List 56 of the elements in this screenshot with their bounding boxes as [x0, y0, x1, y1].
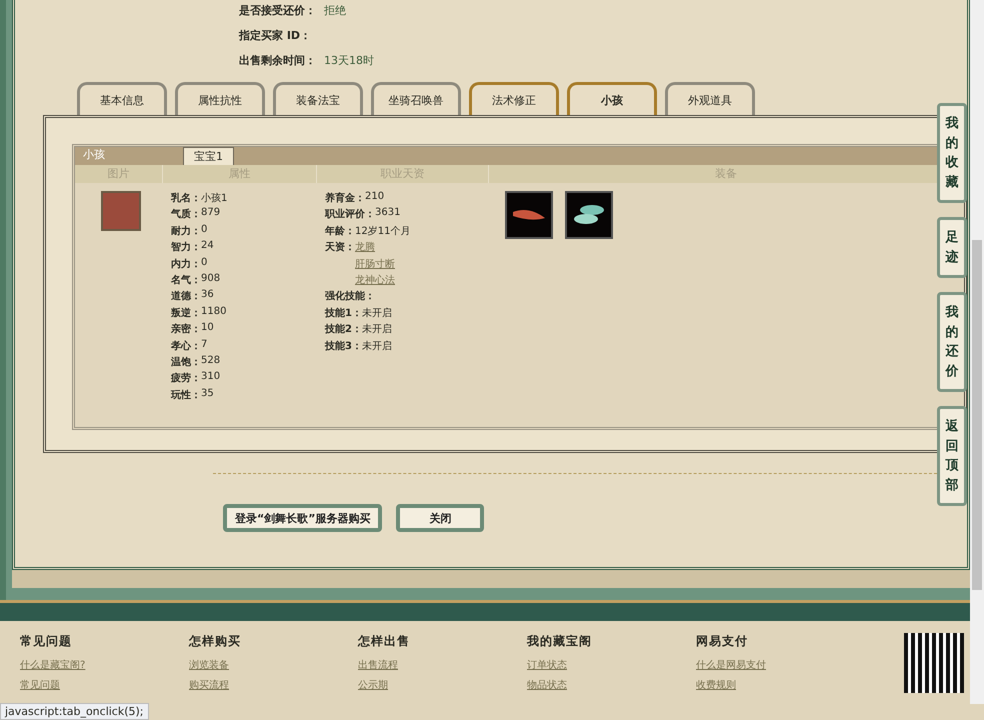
attribute-line: 孝心：7	[171, 338, 208, 354]
attribute-line: 年龄：12岁11个月	[325, 224, 412, 239]
attribute-line: 技能3：未开启	[325, 340, 393, 354]
close-button[interactable]: 关闭	[396, 504, 484, 532]
footer-heading: 常见问题	[20, 633, 73, 650]
attribute-line: 道德：36	[171, 289, 215, 304]
tab[interactable]: 基本信息	[77, 82, 167, 115]
tab[interactable]: 外观道具	[665, 82, 755, 115]
attribute-line: 玩性：35	[171, 388, 215, 403]
side-button[interactable]: 我的收藏	[937, 103, 967, 203]
attribute-line: 温饱：528	[171, 354, 222, 370]
attribute-line: 技能1：未开启	[325, 306, 393, 321]
field-label: 是否接受还价：	[239, 2, 316, 18]
attribute-line: 乳名：小孩1	[171, 192, 228, 206]
attribute-line: 职业评价：3631	[325, 207, 402, 222]
side-button[interactable]: 返回顶部	[937, 406, 967, 506]
field-label: 指定买家 ID：	[239, 28, 312, 42]
tab[interactable]: 属性抗性	[175, 82, 265, 115]
talent-link[interactable]: 肝肠寸断	[355, 256, 395, 273]
field-value: 拒绝	[324, 2, 346, 18]
footer-heading: 怎样出售	[358, 633, 411, 650]
tab[interactable]: 小孩	[567, 82, 657, 115]
footer-link[interactable]: 什么是网易支付	[696, 658, 865, 674]
status-bar: javascript:tab_onclick(5);	[0, 703, 149, 720]
attribute-line: 耐力：0	[171, 224, 208, 239]
footer-link[interactable]: 收费规则	[696, 678, 865, 695]
section-label: 强化技能：	[325, 290, 376, 304]
tab[interactable]: 装备法宝	[273, 82, 363, 115]
attribute-line: 叛逆：1180	[171, 306, 228, 321]
attribute-line: 养育金：210	[325, 191, 386, 206]
side-button[interactable]: 我的还价	[937, 292, 967, 392]
side-button[interactable]: 足迹	[937, 217, 967, 278]
tab[interactable]: 法术修正	[469, 82, 559, 115]
footer-heading: 网易支付	[696, 633, 749, 650]
field-value: 13天18时	[324, 52, 374, 68]
field-label: 出售剩余时间：	[239, 52, 316, 68]
attribute-line: 亲密：10	[171, 322, 215, 338]
footer-heading: 怎样购买	[189, 633, 242, 650]
attribute-line: 名气：908	[171, 272, 222, 288]
tab[interactable]: 坐骑召唤兽	[371, 82, 461, 115]
attribute-line: 技能2：未开启	[325, 322, 393, 338]
sub-tab[interactable]: 宝宝1	[183, 147, 234, 165]
footer-heading: 我的藏宝阁	[527, 633, 593, 650]
footer-link[interactable]: 什么是藏宝阁?	[20, 658, 189, 674]
attribute-line: 智力：24	[171, 240, 215, 256]
qr-code	[904, 633, 964, 693]
panel-title: 小孩	[82, 147, 106, 163]
attribute-line: 内力：0	[171, 256, 208, 272]
talent-label: 天资：	[325, 240, 355, 256]
scrollbar[interactable]	[970, 0, 984, 704]
equipment-slot[interactable]	[565, 191, 613, 239]
login-buy-button[interactable]: 登录“剑舞长歌”服务器购买	[223, 504, 382, 532]
avatar-placeholder	[101, 191, 141, 231]
footer-link[interactable]: 公示期	[358, 678, 527, 695]
attribute-line: 疲劳：310	[171, 371, 222, 386]
attribute-line: 气质：879	[171, 207, 222, 222]
